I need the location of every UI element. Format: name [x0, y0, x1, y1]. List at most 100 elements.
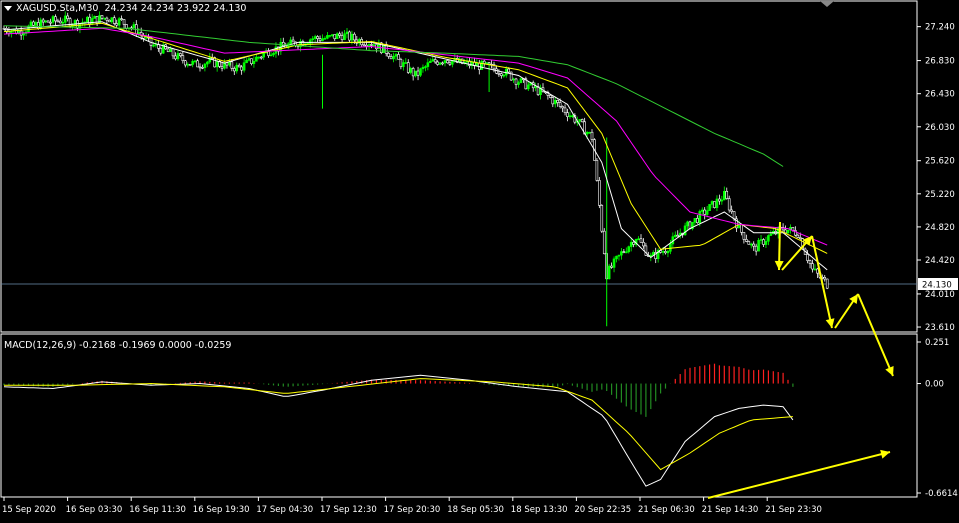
- candle-body: [86, 16, 89, 23]
- price-tick-label: 25.620: [925, 157, 955, 167]
- candle-body: [607, 265, 611, 280]
- candle-body: [745, 239, 748, 242]
- time-tick-label: 21 Sep 14:30: [702, 505, 759, 515]
- candle-body: [392, 55, 395, 60]
- candle-body: [754, 245, 758, 252]
- main-plot-frame: [0, 0, 918, 333]
- candle-body: [504, 68, 508, 76]
- candle-body: [416, 70, 420, 76]
- chart-root: 27.240 26.830 26.430 26.030 25.620 25.220 24.8…: [0, 0, 959, 519]
- dropdown-triangle-icon[interactable]: [4, 6, 12, 11]
- macd-tick-label: 0.251: [925, 338, 949, 348]
- price-tick-label: 26.830: [925, 57, 955, 67]
- time-tick-label: 17 Sep 04:30: [256, 505, 313, 515]
- candle-body: [823, 277, 827, 280]
- candle-body: [100, 15, 104, 19]
- candle-body: [676, 234, 680, 237]
- candle-body: [174, 55, 177, 60]
- candle-body: [206, 61, 209, 65]
- chart-shift-icon: [820, 1, 834, 7]
- candle-body: [683, 225, 687, 236]
- candle-body: [110, 17, 114, 23]
- candle-body: [56, 20, 60, 23]
- candle-body: [343, 33, 346, 41]
- candle-body: [330, 34, 334, 36]
- candle-body: [722, 190, 726, 201]
- candle-body: [627, 246, 631, 253]
- candle-body: [117, 18, 121, 26]
- candle-body: [519, 78, 523, 83]
- candle-body: [215, 60, 219, 68]
- candle-body: [108, 19, 111, 23]
- candle-body: [598, 180, 601, 206]
- candle-body: [740, 224, 743, 233]
- annotation-arrow-down-2-head: [825, 318, 835, 328]
- candle-body: [757, 240, 760, 252]
- candle-body: [220, 66, 224, 69]
- current-price-label: 24.130: [922, 281, 952, 291]
- candle-body: [759, 239, 763, 241]
- candle-body: [34, 22, 38, 26]
- candle-body: [196, 60, 199, 68]
- price-tick-label: 24.820: [925, 223, 955, 233]
- candle-body: [485, 62, 488, 64]
- candle-body: [500, 73, 503, 76]
- candle-body: [688, 221, 692, 229]
- candle-body: [798, 237, 802, 239]
- candle-body: [568, 115, 572, 118]
- candle-body: [176, 53, 180, 60]
- candle-body: [203, 63, 207, 69]
- candle-body: [191, 61, 194, 65]
- candle-body: [353, 33, 356, 41]
- candle-body: [335, 33, 339, 40]
- candle-body: [710, 201, 714, 205]
- candle-body: [806, 254, 809, 261]
- candle-body: [340, 35, 344, 41]
- candle-body: [166, 48, 170, 53]
- candle-body: [350, 33, 354, 41]
- candle-body: [387, 53, 390, 57]
- candle-body: [602, 230, 606, 255]
- candle-body: [399, 59, 403, 68]
- candle-body: [252, 60, 256, 64]
- candle-body: [326, 35, 329, 39]
- macd-tick-label: -0.6614: [925, 489, 958, 499]
- candle-body: [590, 131, 594, 140]
- candle-body: [747, 241, 751, 245]
- candle-body: [424, 66, 427, 68]
- price-tick-label: 26.430: [925, 90, 955, 100]
- candle-body: [796, 234, 800, 238]
- candle-body: [436, 61, 439, 65]
- candle-body: [32, 21, 35, 26]
- time-tick-label: 16 Sep 11:30: [129, 505, 186, 515]
- candle-body: [664, 251, 667, 254]
- candle-body: [318, 38, 322, 41]
- candle-body: [732, 211, 736, 220]
- candle-body: [61, 22, 65, 24]
- candle-body: [686, 221, 689, 227]
- macd-plot-frame: [0, 333, 918, 498]
- candle-body: [433, 59, 437, 63]
- candle-body: [257, 56, 261, 59]
- candle-body: [696, 218, 699, 224]
- candle-body: [588, 131, 591, 134]
- candle-body: [2, 28, 6, 30]
- candle-body: [51, 16, 55, 23]
- price-tick-label: 27.240: [925, 23, 955, 33]
- candle-body: [22, 33, 25, 36]
- candle-body: [90, 18, 94, 25]
- candle-body: [27, 25, 30, 33]
- annotation-arrow-macd: [707, 451, 891, 499]
- candle-body: [661, 251, 665, 253]
- candle-body: [362, 44, 366, 47]
- candle-body: [713, 201, 716, 208]
- candle-body: [281, 41, 285, 47]
- candle-body: [561, 106, 564, 109]
- candle-body: [247, 58, 251, 61]
- time-tick-label: 15 Sep 2020: [2, 505, 56, 515]
- candle-body: [502, 74, 506, 77]
- candle-body: [321, 38, 324, 41]
- candle-body: [666, 250, 670, 254]
- candle-body: [132, 24, 136, 29]
- chart-canvas: 27.240 26.830 26.430 26.030 25.620 25.220 24.8…: [0, 0, 958, 515]
